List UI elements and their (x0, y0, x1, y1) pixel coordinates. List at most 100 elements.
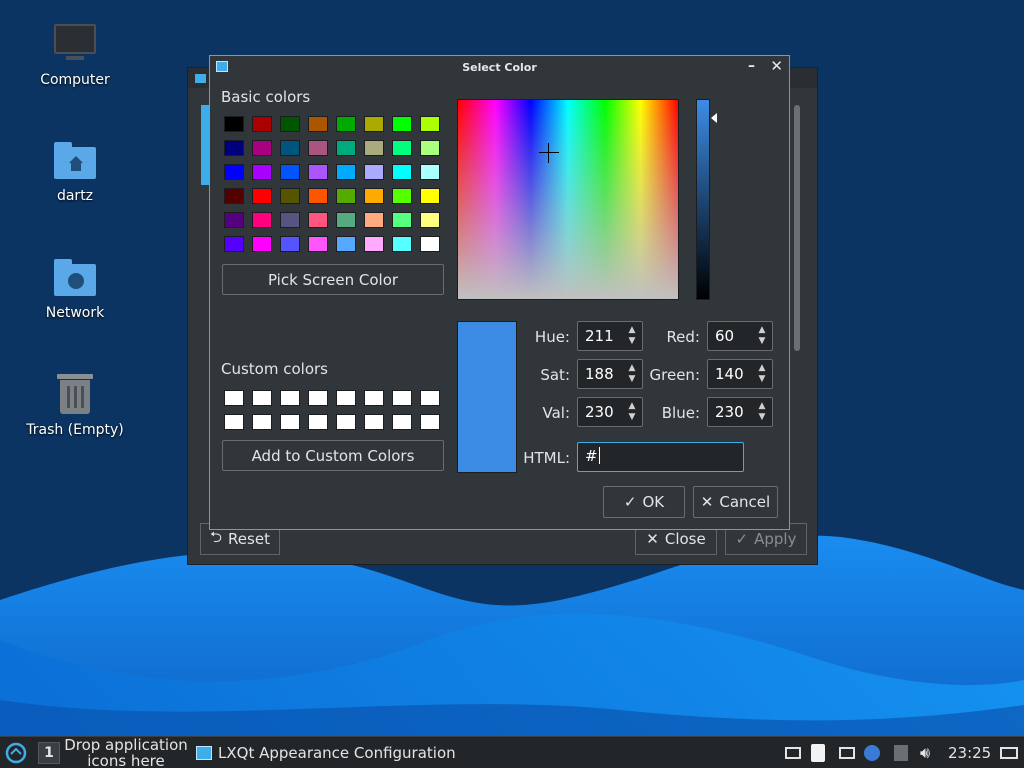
custom-color-swatch[interactable] (224, 414, 244, 430)
eject-icon[interactable] (894, 745, 908, 761)
custom-color-swatch[interactable] (392, 390, 412, 406)
basic-color-swatch[interactable] (308, 188, 328, 204)
custom-color-swatch[interactable] (364, 390, 384, 406)
basic-color-swatch[interactable] (392, 116, 412, 132)
hue-spinbox[interactable]: 211 ▲ ▼ (577, 321, 643, 351)
spin-arrows-icon[interactable]: ▲ ▼ (626, 401, 638, 423)
cancel-button[interactable]: ✕ Cancel (693, 486, 778, 518)
basic-color-swatch[interactable] (364, 188, 384, 204)
taskbar-task-appearance[interactable]: LXQt Appearance Configuration (196, 737, 466, 768)
basic-color-swatch[interactable] (252, 116, 272, 132)
basic-color-swatch[interactable] (420, 236, 440, 252)
spin-arrows-icon[interactable]: ▲ ▼ (756, 401, 768, 423)
basic-color-swatch[interactable] (224, 188, 244, 204)
basic-color-swatch[interactable] (224, 140, 244, 156)
custom-color-swatch[interactable] (308, 414, 328, 430)
red-spinbox[interactable]: 60 ▲ ▼ (707, 321, 773, 351)
spin-arrows-icon[interactable]: ▲ ▼ (756, 363, 768, 385)
color-spectrum-picker[interactable] (457, 99, 679, 300)
ok-button[interactable]: ✓ OK (603, 486, 685, 518)
pick-screen-color-button[interactable]: Pick Screen Color (222, 264, 444, 295)
basic-color-swatch[interactable] (308, 116, 328, 132)
blue-spinbox[interactable]: 230 ▲ ▼ (707, 397, 773, 427)
basic-color-swatch[interactable] (336, 188, 356, 204)
basic-color-swatch[interactable] (392, 164, 412, 180)
basic-color-swatch[interactable] (420, 188, 440, 204)
custom-color-swatch[interactable] (224, 390, 244, 406)
basic-color-swatch[interactable] (392, 188, 412, 204)
basic-color-swatch[interactable] (280, 140, 300, 156)
basic-color-swatch[interactable] (280, 164, 300, 180)
notification-icon[interactable] (864, 745, 880, 761)
desktop-switcher[interactable]: 1 (38, 737, 60, 768)
basic-color-swatch[interactable] (336, 164, 356, 180)
volume-icon[interactable]: 🔊︎ (920, 737, 940, 768)
spin-arrows-icon[interactable]: ▲ ▼ (626, 363, 638, 385)
clock[interactable]: 23:25 (948, 737, 994, 768)
custom-color-swatch[interactable] (280, 414, 300, 430)
main-menu-button[interactable] (5, 737, 29, 768)
sat-spinbox[interactable]: 188 ▲ ▼ (577, 359, 643, 389)
dialog-close-icon[interactable]: ✕ (770, 57, 783, 75)
desktop-icon-home[interactable]: dartz (0, 138, 150, 204)
basic-color-swatch[interactable] (336, 140, 356, 156)
custom-color-swatch[interactable] (336, 390, 356, 406)
custom-color-swatch[interactable] (252, 414, 272, 430)
green-spinbox[interactable]: 140 ▲ ▼ (707, 359, 773, 389)
basic-color-swatch[interactable] (392, 212, 412, 228)
basic-color-swatch[interactable] (364, 164, 384, 180)
basic-color-swatch[interactable] (224, 212, 244, 228)
custom-color-swatch[interactable] (308, 390, 328, 406)
custom-color-swatch[interactable] (420, 390, 440, 406)
basic-color-swatch[interactable] (336, 236, 356, 252)
custom-color-swatch[interactable] (252, 390, 272, 406)
basic-color-swatch[interactable] (364, 212, 384, 228)
minimize-icon[interactable]: – (748, 58, 755, 74)
basic-color-swatch[interactable] (252, 236, 272, 252)
basic-color-swatch[interactable] (308, 140, 328, 156)
show-desktop-icon[interactable] (1000, 747, 1018, 759)
basic-color-swatch[interactable] (224, 116, 244, 132)
basic-color-swatch[interactable] (224, 164, 244, 180)
basic-color-swatch[interactable] (420, 140, 440, 156)
basic-color-swatch[interactable] (336, 212, 356, 228)
custom-color-swatch[interactable] (392, 414, 412, 430)
basic-color-swatch[interactable] (280, 236, 300, 252)
custom-color-swatch[interactable] (420, 414, 440, 430)
basic-color-swatch[interactable] (420, 212, 440, 228)
basic-color-swatch[interactable] (420, 164, 440, 180)
basic-color-swatch[interactable] (252, 140, 272, 156)
dialog-titlebar[interactable]: Select Color – ✕ (210, 56, 789, 78)
html-color-input[interactable]: # (577, 442, 744, 472)
spin-arrows-icon[interactable]: ▲ ▼ (756, 325, 768, 347)
basic-color-swatch[interactable] (392, 140, 412, 156)
basic-color-swatch[interactable] (252, 212, 272, 228)
custom-color-swatch[interactable] (364, 414, 384, 430)
basic-color-swatch[interactable] (392, 236, 412, 252)
basic-color-swatch[interactable] (308, 212, 328, 228)
custom-color-swatch[interactable] (280, 390, 300, 406)
clipboard-icon[interactable] (811, 744, 825, 762)
basic-color-swatch[interactable] (280, 212, 300, 228)
basic-color-swatch[interactable] (420, 116, 440, 132)
basic-color-swatch[interactable] (336, 116, 356, 132)
slider-arrow-icon[interactable] (711, 113, 717, 123)
basic-color-swatch[interactable] (364, 116, 384, 132)
basic-color-swatch[interactable] (224, 236, 244, 252)
basic-color-swatch[interactable] (308, 164, 328, 180)
custom-color-swatch[interactable] (336, 414, 356, 430)
spin-arrows-icon[interactable]: ▲ ▼ (626, 325, 638, 347)
basic-color-swatch[interactable] (252, 164, 272, 180)
desktop-icon-computer[interactable]: Computer (0, 22, 150, 88)
display-tray-icon[interactable] (839, 747, 855, 759)
val-spinbox[interactable]: 230 ▲ ▼ (577, 397, 643, 427)
quicklaunch-area[interactable]: Drop application icons here (63, 737, 189, 768)
basic-color-swatch[interactable] (364, 236, 384, 252)
basic-color-swatch[interactable] (308, 236, 328, 252)
window-tray-icon[interactable] (785, 747, 801, 759)
desktop-icon-trash[interactable]: Trash (Empty) (0, 372, 150, 438)
basic-color-swatch[interactable] (280, 188, 300, 204)
add-custom-colors-button[interactable]: Add to Custom Colors (222, 440, 444, 471)
value-slider[interactable] (696, 99, 710, 300)
basic-color-swatch[interactable] (364, 140, 384, 156)
